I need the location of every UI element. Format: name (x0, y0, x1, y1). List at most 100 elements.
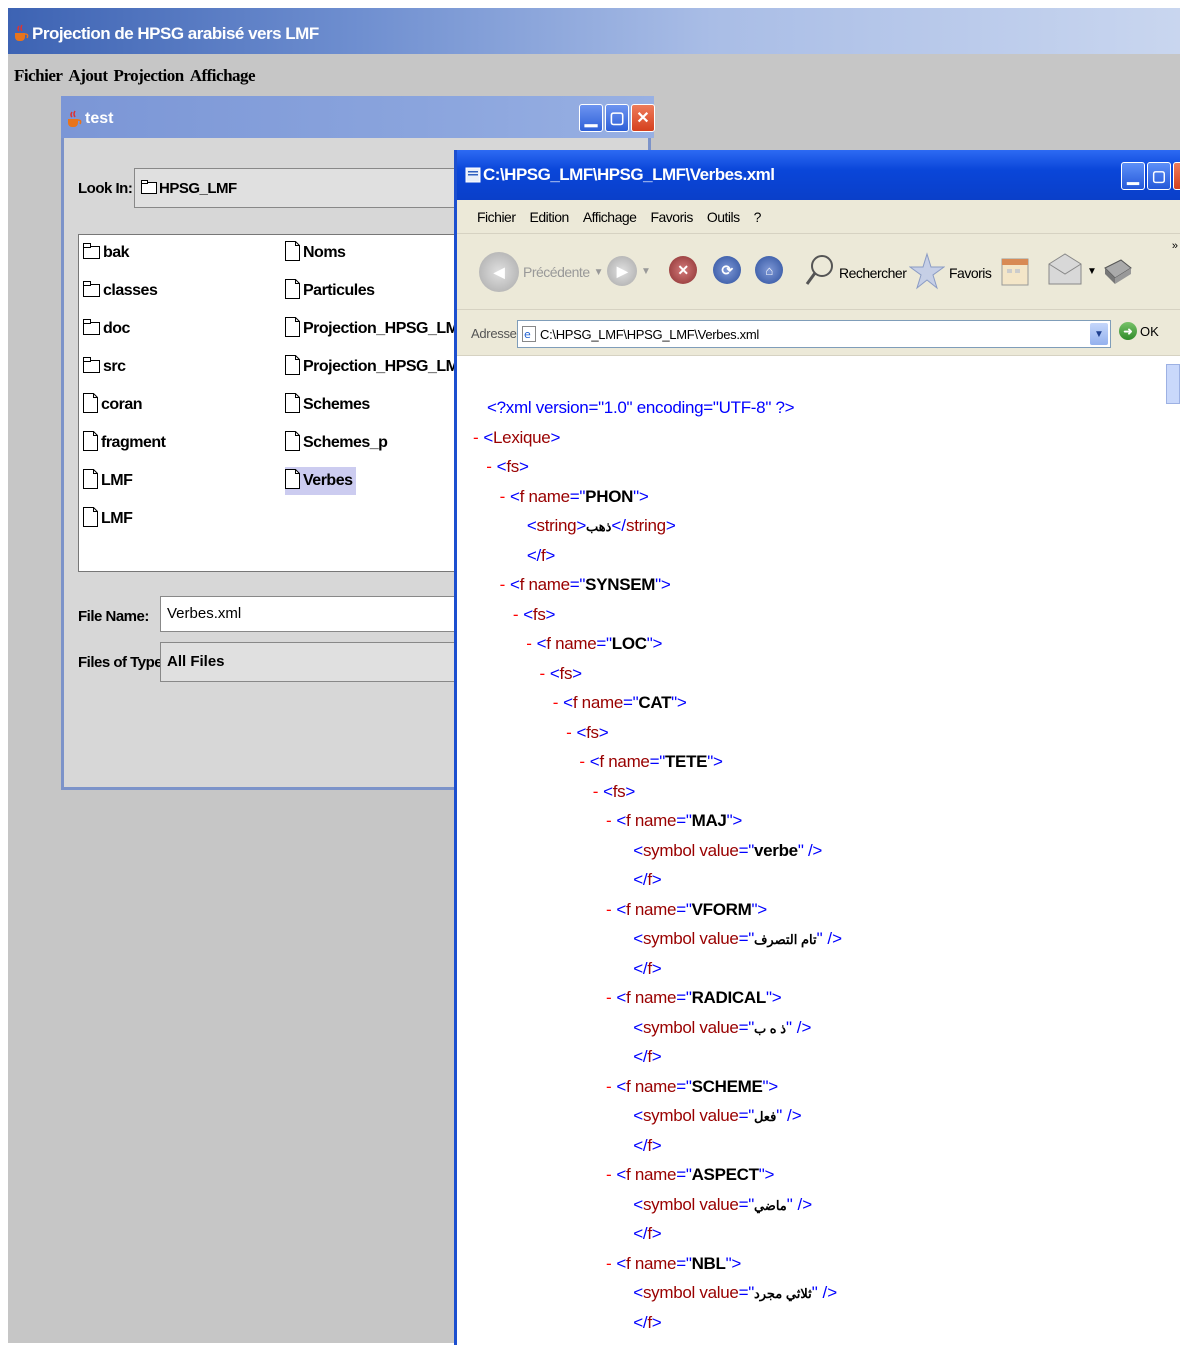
search-button[interactable]: Rechercher (805, 254, 907, 291)
xml-token: " /> (786, 1194, 813, 1214)
maximize-button[interactable]: ▢ (605, 104, 629, 132)
calendar-icon (1001, 256, 1029, 289)
file-list[interactable]: bak classes doc src coran fragment LMF LMF Noms P… (78, 234, 496, 572)
file-name-input[interactable]: Verbes.xml (160, 596, 470, 632)
collapse-toggle[interactable]: - (606, 900, 612, 919)
go-button[interactable]: ➜ OK (1119, 322, 1159, 340)
file-list-item[interactable]: Verbes (285, 467, 357, 495)
file-list-item[interactable]: LMF (83, 467, 136, 495)
collapse-toggle[interactable]: - (526, 634, 532, 653)
collapse-toggle[interactable]: - (473, 428, 479, 447)
file-list-item[interactable]: Schemes_p (285, 429, 391, 457)
menu-affichage[interactable]: Affichage (190, 64, 261, 92)
file-list-item[interactable]: coran (83, 391, 146, 419)
files-of-type-combo[interactable]: All Files (160, 642, 470, 682)
xml-token: ذهب (585, 519, 612, 534)
xml-line: - <fs> (513, 603, 556, 627)
xml-token: < (589, 752, 600, 771)
minimize-button[interactable]: ▁ (1121, 162, 1145, 190)
history-button[interactable] (1001, 256, 1029, 289)
refresh-button[interactable]: ⟳ (713, 256, 741, 284)
address-input[interactable]: e C:\HPSG_LMF\HPSG_LMF\Verbes.xml ▼ (517, 320, 1111, 348)
collapse-toggle[interactable]: - (500, 575, 506, 594)
collapse-toggle[interactable]: - (606, 1165, 612, 1184)
xml-token: fs (586, 722, 599, 742)
close-button[interactable]: ✕ (1173, 162, 1180, 190)
toolbar-overflow-icon[interactable]: » (1172, 240, 1178, 252)
file-list-item[interactable]: Schemes (285, 391, 374, 419)
document-icon (465, 167, 481, 188)
collapse-toggle[interactable]: - (579, 752, 585, 771)
file-list-item[interactable]: classes (83, 277, 161, 305)
home-button[interactable]: ⌂ (755, 256, 783, 284)
xml-token: =" (738, 929, 755, 948)
look-in-combo[interactable]: HPSG_LMF (134, 168, 464, 208)
xml-token: =" (676, 899, 692, 919)
back-button[interactable]: ◀ Précédente ▼ (479, 252, 604, 292)
menu-fichier[interactable]: Fichier (14, 64, 68, 92)
ie-menu-outils[interactable]: Outils (707, 209, 740, 225)
minimize-button[interactable]: ▁ (579, 104, 603, 132)
close-button[interactable]: ✕ (631, 104, 655, 132)
menu-projection[interactable]: Projection (113, 64, 189, 92)
ie-menu-edition[interactable]: Edition (530, 209, 570, 225)
collapse-toggle[interactable]: - (540, 664, 546, 683)
file-list-item[interactable]: LMF (83, 505, 136, 533)
collapse-toggle[interactable]: - (606, 1254, 612, 1273)
collapse-toggle[interactable]: - (513, 605, 519, 624)
xml-token: MAJ (691, 811, 727, 830)
xml-token: </ (633, 1135, 648, 1155)
app-title-bar[interactable]: Projection de HPSG arabisé vers LMF (8, 8, 1180, 54)
xml-line: <symbol value="فعل" /> (633, 1104, 802, 1128)
ie-menu-help[interactable]: ? (754, 209, 762, 225)
xml-token: " /> (797, 840, 823, 860)
xml-token: ASPECT (691, 1165, 759, 1184)
favorites-button[interactable]: Favoris (908, 252, 992, 293)
menu-ajout[interactable]: Ajout (68, 64, 113, 92)
xml-line: </f> (633, 1134, 661, 1158)
xml-token: > (545, 604, 556, 624)
forward-button[interactable]: ▶ ▼ (607, 256, 651, 286)
print-button[interactable] (1101, 254, 1133, 289)
ie-menu-bar: Fichier Edition Affichage Favoris Outils… (457, 200, 1180, 234)
ie-menu-fichier[interactable]: Fichier (477, 209, 516, 225)
xml-token: < (603, 781, 613, 801)
collapse-toggle[interactable]: - (606, 811, 612, 830)
collapse-toggle[interactable]: - (606, 988, 612, 1007)
file-list-item[interactable]: doc (83, 315, 134, 343)
stop-icon: ✕ (669, 256, 697, 284)
file-list-item[interactable]: bak (83, 239, 133, 267)
file-list-item-label: LMF (101, 510, 133, 527)
ie-title-bar[interactable]: C:\HPSG_LMF\HPSG_LMF\Verbes.xml ▁ ▢ ✕ (457, 150, 1180, 200)
scrollbar[interactable] (1166, 364, 1180, 404)
xml-token: fs (559, 663, 573, 683)
collapse-toggle[interactable]: - (500, 487, 506, 506)
ie-menu-affichage[interactable]: Affichage (583, 209, 637, 225)
file-list-item[interactable]: Particules (285, 277, 378, 305)
xml-token: =" (738, 1194, 755, 1214)
file-list-item[interactable]: src (83, 353, 130, 381)
xml-token: ثلاثي مجرد (753, 1286, 812, 1301)
xml-token: < (633, 1194, 643, 1214)
xml-token: < (633, 929, 643, 948)
collapse-toggle[interactable]: - (566, 723, 572, 742)
collapse-toggle[interactable]: - (486, 457, 492, 476)
collapse-toggle[interactable]: - (606, 1077, 612, 1096)
xml-token: SYNSEM (585, 575, 656, 594)
maximize-button[interactable]: ▢ (1147, 162, 1171, 190)
collapse-toggle[interactable]: - (593, 782, 599, 801)
app-title: Projection de HPSG arabisé vers LMF (32, 24, 319, 43)
file-list-item[interactable]: Noms (285, 239, 349, 267)
file-list-item[interactable]: fragment (83, 429, 169, 457)
collapse-toggle[interactable]: - (553, 693, 559, 712)
chevron-down-icon[interactable]: ▼ (1090, 323, 1108, 345)
mail-button[interactable]: ▼ (1047, 252, 1097, 291)
file-list-item[interactable]: Projection_HPSG_LMF (285, 315, 472, 343)
stop-button[interactable]: ✕ (669, 256, 697, 284)
file-name-label: File Name: (78, 608, 149, 625)
xml-token: < (616, 1076, 627, 1096)
file-chooser-title-bar[interactable]: test ▁ ▢ ✕ (61, 96, 655, 138)
ie-menu-favoris[interactable]: Favoris (650, 209, 693, 225)
file-icon (83, 430, 98, 456)
xml-token: > (665, 516, 676, 535)
